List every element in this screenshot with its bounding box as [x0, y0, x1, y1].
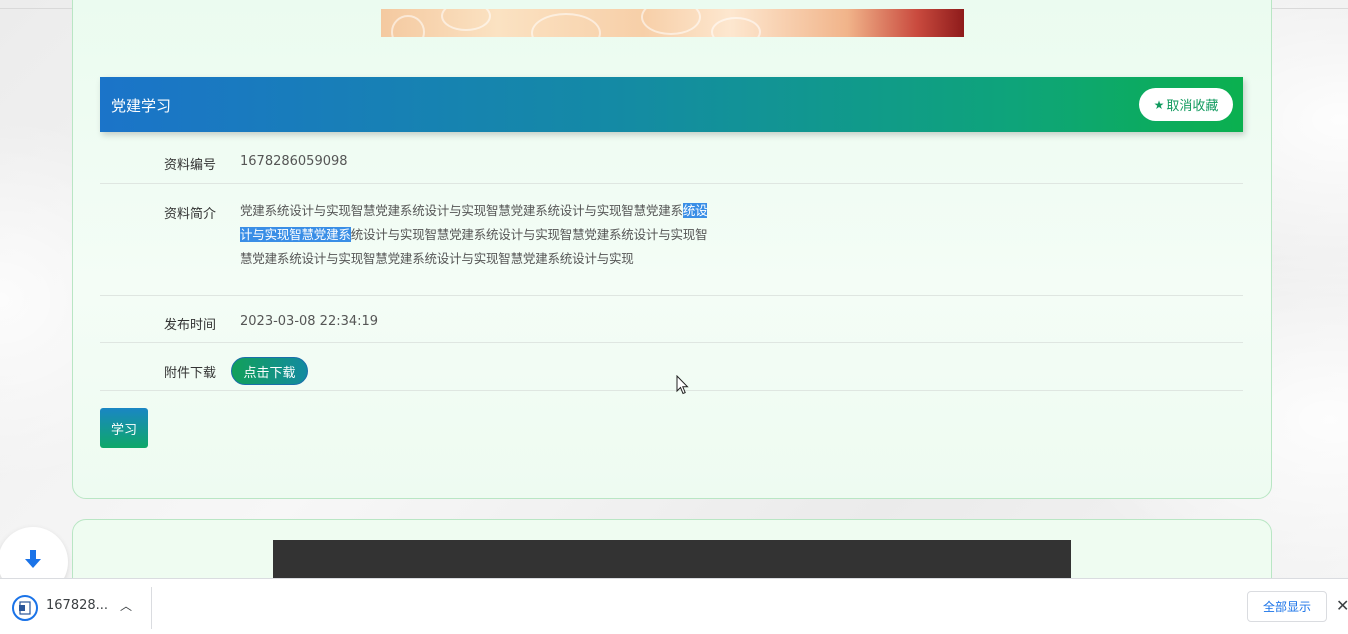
intro-text: 党建系统设计与实现智慧党建系统设计与实现智慧党建系统设计与实现智慧党建系统设计与… — [240, 203, 708, 266]
download-arrow-icon — [25, 550, 41, 568]
download-attachment-button[interactable]: 点击下载 — [231, 357, 308, 385]
detail-row-time: 发布时间 2023-03-08 22:34:19 — [100, 296, 1243, 343]
download-shelf: 167828... ︿ 全部显示 ✕ — [0, 578, 1348, 634]
mouse-cursor-icon — [676, 375, 689, 395]
id-value: 1678286059098 — [240, 154, 348, 169]
learn-button[interactable]: 学习 — [100, 408, 148, 448]
detail-row-intro: 资料简介 党建系统设计与实现智慧党建系统设计与实现智慧党建系统设计与实现智慧党建… — [100, 184, 1243, 296]
detail-row-attachment: 附件下载 点击下载 — [100, 343, 1243, 391]
time-label: 发布时间 — [164, 318, 217, 333]
close-icon[interactable]: ✕ — [1336, 596, 1348, 615]
banner-image — [381, 9, 964, 37]
section-header: 党建学习 ★ 取消收藏 — [100, 77, 1243, 132]
attachment-label: 附件下载 — [164, 366, 217, 381]
chevron-up-icon[interactable]: ︿ — [120, 597, 132, 614]
download-file-name[interactable]: 167828... — [46, 598, 108, 613]
detail-row-id: 资料编号 1678286059098 — [100, 137, 1243, 184]
section-title: 党建学习 — [111, 97, 172, 115]
shelf-divider — [151, 587, 152, 629]
intro-label: 资料简介 — [164, 207, 217, 222]
word-file-icon — [12, 595, 38, 621]
show-all-button[interactable]: 全部显示 — [1247, 591, 1327, 622]
star-icon: ★ — [1153, 97, 1165, 112]
unfavorite-button[interactable]: ★ 取消收藏 — [1139, 88, 1233, 121]
unfavorite-label: 取消收藏 — [1166, 99, 1219, 114]
id-label: 资料编号 — [164, 158, 217, 173]
time-value: 2023-03-08 22:34:19 — [240, 314, 379, 329]
